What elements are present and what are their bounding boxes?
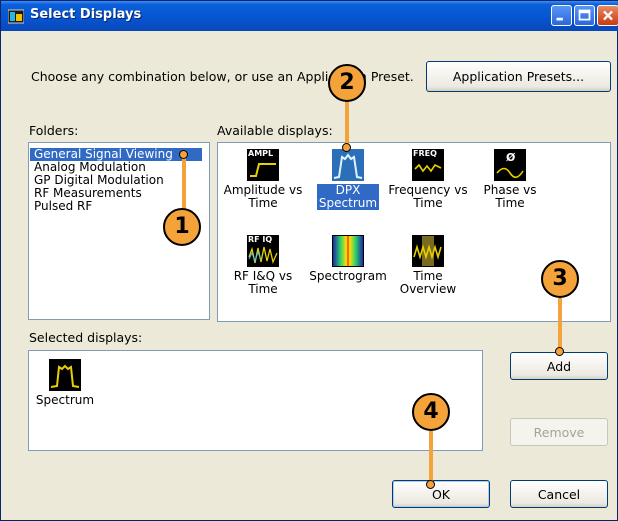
callout-3-dot [555,347,564,356]
minimize-button[interactable] [551,5,572,26]
rf-iq-vs-time-icon: RF IQ [247,235,279,267]
display-tile-frequency-vs-time[interactable]: FREQ Frequency vs Time [388,149,468,210]
selected-display-tile-spectrum[interactable]: Spectrum [25,359,105,407]
title-bar[interactable]: Select Displays [1,1,618,31]
display-tile-amplitude-vs-time[interactable]: AMPL Amplitude vs Time [223,149,303,210]
close-button[interactable] [597,5,618,26]
callout-3-badge: 3 [541,260,579,298]
display-caption: Frequency vs Time [388,183,468,210]
display-tile-dpx-spectrum[interactable]: DPX Spectrum [308,149,388,210]
callout-2-dot [342,143,351,152]
maximize-button[interactable] [574,5,595,26]
remove-button[interactable]: Remove [510,418,608,446]
frequency-vs-time-icon: FREQ [412,149,444,181]
add-button[interactable]: Add [510,352,608,380]
spectrogram-icon [332,235,364,267]
display-caption: Time Overview [399,269,457,296]
callout-4-dot [426,480,435,489]
select-displays-dialog: Select Displays Choose any combination b… [0,0,618,521]
minimize-icon [556,17,563,21]
cancel-button[interactable]: Cancel [510,480,608,508]
spectrum-icon [49,359,81,391]
callout-1-leader [182,155,186,210]
application-presets-button[interactable]: Application Presets... [426,61,611,92]
callout-1-badge: 1 [163,208,201,246]
display-caption: Amplitude vs Time [223,183,303,210]
callout-3-leader [558,298,562,350]
display-tile-phase-vs-time[interactable]: Ø Phase vs Time [470,149,550,210]
display-tile-spectrogram[interactable]: Spectrogram [308,235,388,283]
display-caption: Spectrogram [309,269,387,283]
display-caption: Phase vs Time [483,183,537,210]
callout-4-leader [429,431,433,483]
amplitude-vs-time-icon: AMPL [247,149,279,181]
display-tile-rf-iq-vs-time[interactable]: RF IQ RF I&Q vs Time [223,235,303,296]
callout-4-badge: 4 [412,393,450,431]
callout-2-badge: 2 [328,64,366,102]
display-caption: DPX Spectrum [317,183,379,210]
window-title: Select Displays [30,7,142,22]
folders-label: Folders: [29,123,79,138]
phase-vs-time-icon: Ø [494,149,526,181]
callout-2-leader [345,102,349,146]
available-displays-label: Available displays: [217,123,333,138]
close-icon [603,10,613,21]
ok-button[interactable]: OK [392,480,490,508]
display-caption: RF I&Q vs Time [233,269,293,296]
selected-displays-label: Selected displays: [29,330,143,345]
maximize-icon [578,9,591,21]
app-icon [7,8,25,24]
display-caption: Spectrum [35,393,95,407]
dpx-spectrum-icon [332,149,364,181]
display-tile-time-overview[interactable]: Time Overview [388,235,468,296]
callout-1-dot [179,150,188,159]
time-overview-icon [412,235,444,267]
